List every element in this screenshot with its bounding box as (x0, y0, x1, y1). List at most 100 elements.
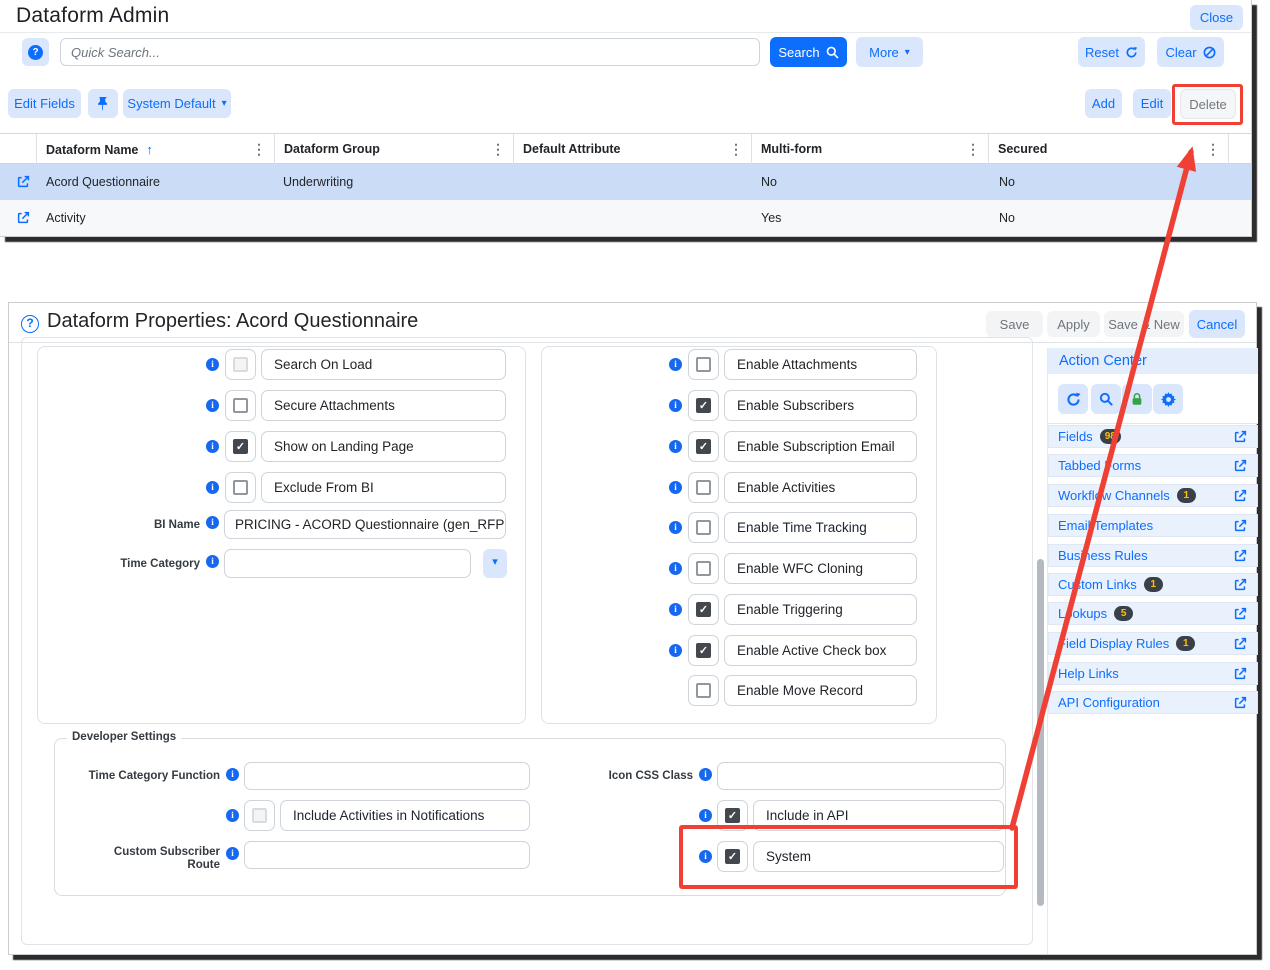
external-link-icon[interactable] (1233, 695, 1248, 710)
close-button[interactable]: Close (1190, 5, 1243, 30)
time-category-input[interactable] (224, 549, 471, 578)
checkbox-enable-active-check-box[interactable] (688, 635, 719, 666)
external-link-icon[interactable] (1233, 488, 1248, 503)
add-button[interactable]: Add (1085, 89, 1122, 118)
checkbox-enable-time-tracking[interactable] (688, 512, 719, 543)
checkbox-search-on-load[interactable] (225, 349, 256, 380)
settings-button[interactable] (1153, 384, 1183, 414)
info-icon[interactable]: i (669, 562, 682, 575)
column-menu-icon[interactable]: ⋮ (491, 140, 505, 158)
info-icon[interactable]: i (206, 516, 219, 529)
custom-subscriber-route-input[interactable] (244, 841, 530, 869)
lock-button[interactable] (1122, 384, 1152, 414)
column-menu-icon[interactable]: ⋮ (966, 140, 980, 158)
column-header-multi-form[interactable]: Multi-form ⋮ (751, 134, 988, 165)
edit-button[interactable]: Edit (1133, 89, 1171, 118)
action-item-api-configuration[interactable]: API Configuration (1048, 691, 1258, 714)
info-icon[interactable]: i (226, 809, 239, 822)
bi-name-input[interactable]: PRICING - ACORD Questionnaire (gen_RFPQu… (224, 510, 506, 539)
external-link-icon[interactable] (1233, 518, 1248, 533)
info-icon[interactable]: i (206, 481, 219, 494)
action-item-lookups[interactable]: Lookups5 (1048, 602, 1258, 625)
action-item-workflow-channels[interactable]: Workflow Channels1 (1048, 484, 1258, 507)
info-icon[interactable]: i (226, 768, 239, 781)
column-menu-icon[interactable]: ⋮ (1206, 140, 1220, 158)
info-icon[interactable]: i (669, 644, 682, 657)
delete-button[interactable]: Delete (1180, 89, 1236, 119)
info-icon[interactable]: i (699, 850, 712, 863)
action-item-help-links[interactable]: Help Links (1048, 662, 1258, 685)
column-header-secured[interactable]: Secured ⋮ (988, 134, 1228, 165)
checkbox-enable-move-record[interactable] (688, 675, 719, 706)
checkbox-include-activities-in-notifications[interactable] (244, 800, 275, 831)
quick-search-input[interactable] (60, 38, 760, 66)
info-icon[interactable]: i (206, 555, 219, 568)
external-link-icon[interactable] (1233, 606, 1248, 621)
reset-button[interactable]: Reset (1078, 37, 1145, 67)
open-record-icon[interactable] (16, 210, 31, 228)
info-icon[interactable]: i (669, 399, 682, 412)
info-icon[interactable]: i (206, 358, 219, 371)
external-link-icon[interactable] (1233, 666, 1248, 681)
vertical-scrollbar[interactable] (1037, 559, 1044, 906)
info-icon[interactable]: i (669, 481, 682, 494)
more-button[interactable]: More ▾ (856, 37, 923, 67)
time-category-function-input[interactable] (244, 762, 530, 790)
external-link-icon[interactable] (1233, 636, 1248, 651)
info-icon[interactable]: i (669, 521, 682, 534)
checkbox-enable-attachments[interactable] (688, 349, 719, 380)
checkbox-enable-subscribers[interactable] (688, 390, 719, 421)
info-icon[interactable]: i (669, 603, 682, 616)
column-header-dataform-name[interactable]: Dataform Name↑ ⋮ (36, 134, 274, 165)
info-icon[interactable]: i (669, 358, 682, 371)
search-button-small[interactable] (1091, 384, 1121, 414)
external-link-icon[interactable] (1233, 548, 1248, 563)
info-icon[interactable]: i (699, 768, 712, 781)
info-icon[interactable]: i (206, 399, 219, 412)
info-icon[interactable]: i (699, 809, 712, 822)
external-link-icon[interactable] (1233, 458, 1248, 473)
refresh-button[interactable] (1058, 384, 1088, 414)
edit-fields-button[interactable]: Edit Fields (8, 89, 81, 118)
time-category-function-label: Time Category Function (70, 770, 220, 783)
search-button[interactable]: Search (770, 37, 847, 67)
time-category-dropdown-button[interactable]: ▾ (483, 549, 507, 578)
pin-button[interactable] (88, 89, 118, 118)
checkbox-system[interactable] (717, 841, 748, 872)
checkbox-show-on-landing-page[interactable] (225, 431, 256, 462)
action-item-custom-links[interactable]: Custom Links1 (1048, 573, 1258, 596)
action-item-tabbed-forms[interactable]: Tabbed Forms (1048, 454, 1258, 477)
checkbox-enable-wfc-cloning[interactable] (688, 553, 719, 584)
table-row-activity[interactable]: Activity Yes No (0, 200, 1251, 236)
column-menu-icon[interactable]: ⋮ (252, 140, 266, 158)
external-link-icon[interactable] (1233, 429, 1248, 444)
column-header-dataform-group[interactable]: Dataform Group ⋮ (274, 134, 513, 165)
open-record-icon[interactable] (16, 174, 31, 192)
info-icon[interactable]: i (226, 847, 239, 860)
checkbox-include-in-api[interactable] (717, 800, 748, 831)
action-item-business-rules[interactable]: Business Rules (1048, 544, 1258, 567)
column-menu-icon[interactable]: ⋮ (729, 140, 743, 158)
external-link-icon[interactable] (1233, 577, 1248, 592)
checkbox-exclude-from-bi[interactable] (225, 472, 256, 503)
view-selector-dropdown[interactable]: System Default ▾ (123, 89, 231, 118)
info-icon[interactable]: i (206, 440, 219, 453)
action-item-field-display-rules[interactable]: Field Display Rules1 (1048, 632, 1258, 655)
help-circle-icon[interactable]: ? (21, 315, 39, 333)
checkbox-enable-subscription-email[interactable] (688, 431, 719, 462)
checkbox-secure-attachments[interactable] (225, 390, 256, 421)
save-and-new-button[interactable]: Save & New (1104, 311, 1184, 337)
icon-css-class-input[interactable] (717, 762, 1004, 790)
action-item-email-templates[interactable]: Email Templates (1048, 514, 1258, 537)
cancel-button[interactable]: Cancel (1189, 310, 1245, 338)
column-header-default-attribute[interactable]: Default Attribute ⋮ (513, 134, 751, 165)
checkbox-enable-activities[interactable] (688, 472, 719, 503)
save-button[interactable]: Save (986, 311, 1043, 337)
action-item-fields[interactable]: Fields98 (1048, 425, 1258, 448)
apply-button[interactable]: Apply (1047, 311, 1100, 337)
search-help-button[interactable]: ? (22, 38, 49, 66)
clear-button[interactable]: Clear (1157, 37, 1224, 67)
checkbox-enable-triggering[interactable] (688, 594, 719, 625)
table-row-acord-questionnaire[interactable]: Acord Questionnaire Underwriting No No (0, 164, 1251, 200)
info-icon[interactable]: i (669, 440, 682, 453)
